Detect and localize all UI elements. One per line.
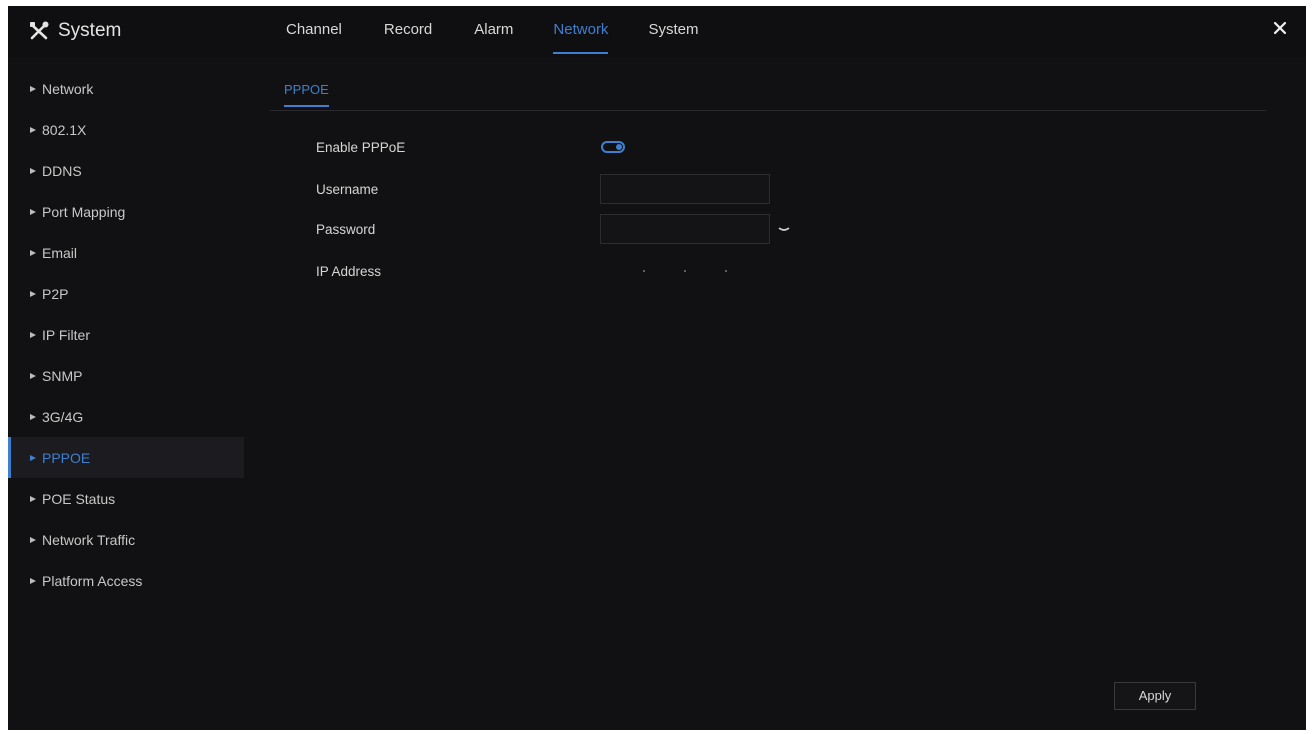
sidebar-item-label: Port Mapping xyxy=(42,203,126,220)
sidebar-item-label: POE Status xyxy=(42,490,116,507)
triangle-right-icon xyxy=(30,536,36,543)
ip-address-row: IP Address xyxy=(316,256,770,286)
enable-pppoe-row: Enable PPPoE xyxy=(316,132,625,162)
close-icon xyxy=(1273,21,1287,35)
sidebar-item-p2p[interactable]: P2P xyxy=(8,273,244,314)
app-title-text: System xyxy=(58,20,122,41)
sidebar-item-port-mapping[interactable]: Port Mapping xyxy=(8,191,244,232)
sidebar-item-label: DDNS xyxy=(42,162,82,179)
sidebar-item-ddns[interactable]: DDNS xyxy=(8,150,244,191)
sidebar-item-8021x[interactable]: 802.1X xyxy=(8,109,244,150)
ip-separator xyxy=(683,270,686,272)
sidebar-item-label: 802.1X xyxy=(42,121,87,138)
sidebar-item-label: Network xyxy=(42,80,94,97)
sidebar-item-label: PPPOE xyxy=(42,449,91,466)
sidebar-item-network-traffic[interactable]: Network Traffic xyxy=(8,519,244,560)
sidebar-item-label: 3G/4G xyxy=(42,408,84,425)
tools-icon xyxy=(28,20,50,42)
triangle-right-icon xyxy=(30,290,36,297)
sidebar-item-pppoe[interactable]: PPPOE xyxy=(8,437,244,478)
username-input[interactable] xyxy=(600,174,770,204)
sidebar-item-network[interactable]: Network xyxy=(8,68,244,109)
triangle-right-icon xyxy=(30,577,36,584)
sidebar-item-label: Platform Access xyxy=(42,572,143,589)
tab-system[interactable]: System xyxy=(648,6,698,58)
tab-channel[interactable]: Channel xyxy=(286,6,342,58)
triangle-right-icon xyxy=(30,126,36,133)
triangle-right-icon xyxy=(30,331,36,338)
apply-button[interactable]: Apply xyxy=(1114,682,1196,710)
sidebar-item-label: IP Filter xyxy=(42,326,90,343)
password-label: Password xyxy=(316,221,376,237)
main-tabs: Channel Record Alarm Network System xyxy=(270,6,698,58)
sidebar-item-label: Email xyxy=(42,244,78,261)
triangle-right-icon xyxy=(30,167,36,174)
triangle-right-icon xyxy=(30,454,36,461)
sidebar-item-snmp[interactable]: SNMP xyxy=(8,355,244,396)
password-input[interactable] xyxy=(600,214,770,244)
sidebar-item-email[interactable]: Email xyxy=(8,232,244,273)
triangle-right-icon xyxy=(30,413,36,420)
enable-pppoe-toggle[interactable] xyxy=(601,141,625,153)
tab-record[interactable]: Record xyxy=(384,6,432,58)
top-bar: System Channel Record Alarm Network Syst… xyxy=(8,6,1306,58)
password-row: Password xyxy=(316,214,790,244)
subtab-bar: PPPOE xyxy=(270,76,1266,111)
username-row: Username xyxy=(316,174,770,204)
triangle-right-icon xyxy=(30,208,36,215)
tab-network[interactable]: Network xyxy=(553,6,609,58)
sidebar-item-platform-access[interactable]: Platform Access xyxy=(8,560,244,601)
sidebar-item-poe-status[interactable]: POE Status xyxy=(8,478,244,519)
sidebar-item-3g-4g[interactable]: 3G/4G xyxy=(8,396,244,437)
triangle-right-icon xyxy=(30,85,36,92)
ip-separator xyxy=(643,270,646,272)
ip-address-field xyxy=(600,260,770,282)
sidebar-item-ip-filter[interactable]: IP Filter xyxy=(8,314,244,355)
triangle-right-icon xyxy=(30,495,36,502)
triangle-right-icon xyxy=(30,249,36,256)
eye-icon[interactable] xyxy=(778,220,790,238)
sidebar-item-label: SNMP xyxy=(42,367,83,384)
tab-alarm[interactable]: Alarm xyxy=(474,6,513,58)
ip-address-label: IP Address xyxy=(316,263,382,279)
sidebar: Network 802.1X DDNS Port Mapping Email P… xyxy=(8,68,244,730)
enable-pppoe-label: Enable PPPoE xyxy=(316,139,406,155)
app-title: System xyxy=(28,16,121,46)
toggle-knob xyxy=(616,144,622,150)
settings-window: System Channel Record Alarm Network Syst… xyxy=(8,6,1306,730)
triangle-right-icon xyxy=(30,372,36,379)
sidebar-item-label: Network Traffic xyxy=(42,531,136,548)
subtab-pppoe[interactable]: PPPOE xyxy=(284,82,329,107)
sidebar-item-label: P2P xyxy=(42,285,69,302)
close-button[interactable] xyxy=(1270,18,1290,38)
username-label: Username xyxy=(316,181,379,197)
content-panel: PPPOE Enable PPPoE Username Password IP … xyxy=(270,76,1266,730)
ip-separator xyxy=(724,270,727,272)
